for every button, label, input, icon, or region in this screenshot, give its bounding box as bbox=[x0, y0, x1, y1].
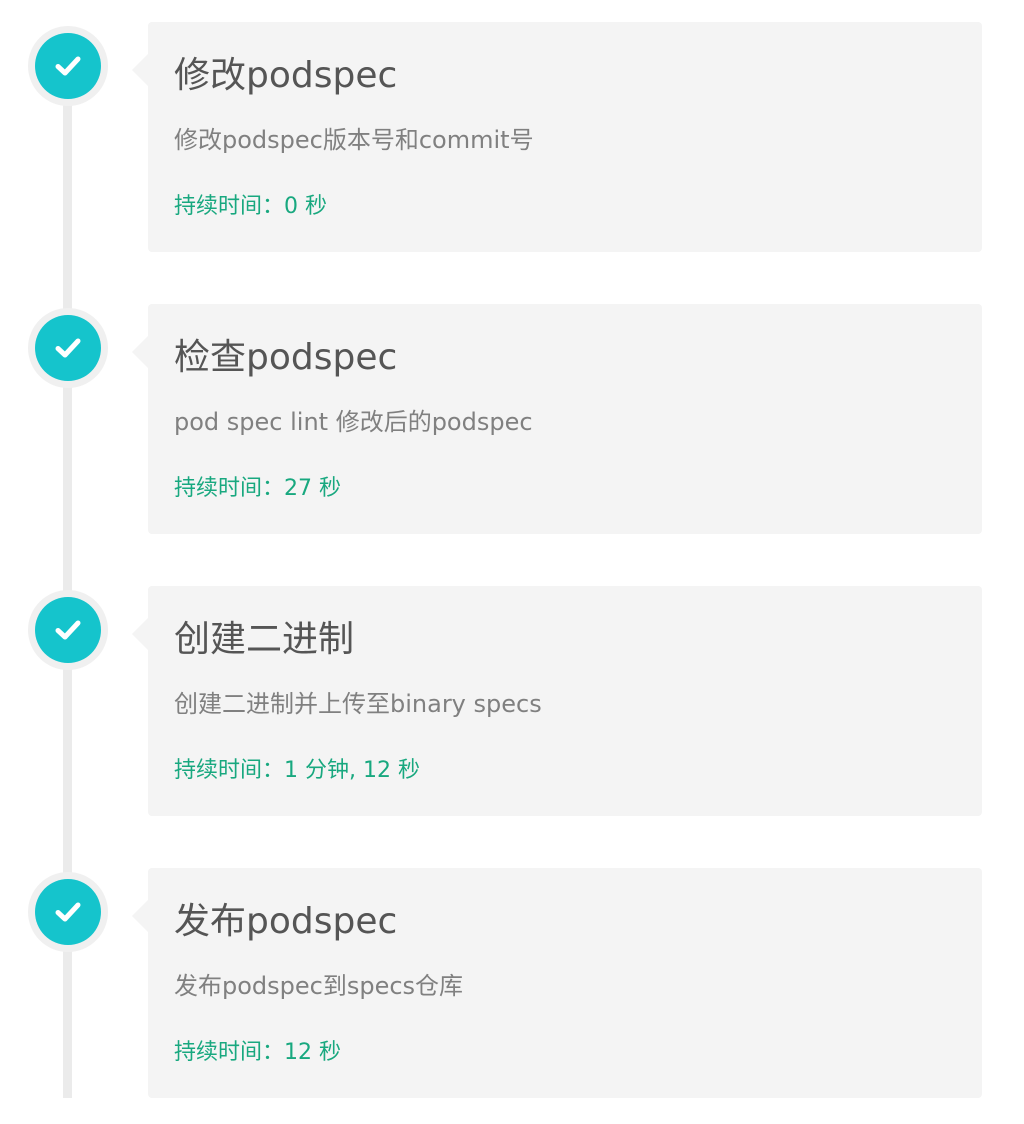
step-card: 检查podspec pod spec lint 修改后的podspec 持续时间… bbox=[132, 304, 982, 534]
timeline-step: 修改podspec 修改podspec版本号和commit号 持续时间：0 秒 bbox=[0, 22, 1024, 252]
step-duration: 持续时间：1 分钟, 12 秒 bbox=[174, 758, 420, 783]
check-icon bbox=[35, 33, 101, 99]
card-pointer bbox=[132, 54, 148, 86]
step-status-marker bbox=[28, 308, 108, 388]
step-title: 修改podspec bbox=[174, 55, 398, 96]
timeline-step: 检查podspec pod spec lint 修改后的podspec 持续时间… bbox=[0, 304, 1024, 534]
step-status-marker bbox=[28, 872, 108, 952]
timeline-step: 创建二进制 创建二进制并上传至binary specs 持续时间：1 分钟, 1… bbox=[0, 586, 1024, 816]
step-description: pod spec lint 修改后的podspec bbox=[174, 408, 533, 436]
step-card: 发布podspec 发布podspec到specs仓库 持续时间：12 秒 bbox=[132, 868, 982, 1098]
step-title: 创建二进制 bbox=[174, 619, 355, 660]
step-status-marker bbox=[28, 26, 108, 106]
step-status-marker bbox=[28, 590, 108, 670]
step-card: 修改podspec 修改podspec版本号和commit号 持续时间：0 秒 bbox=[132, 22, 982, 252]
step-duration: 持续时间：12 秒 bbox=[174, 1040, 341, 1065]
step-description: 修改podspec版本号和commit号 bbox=[174, 126, 534, 154]
check-icon bbox=[35, 879, 101, 945]
step-duration: 持续时间：27 秒 bbox=[174, 476, 341, 501]
card-pointer bbox=[132, 900, 148, 932]
step-title: 发布podspec bbox=[174, 901, 398, 942]
step-title: 检查podspec bbox=[174, 337, 398, 378]
step-description: 发布podspec到specs仓库 bbox=[174, 972, 464, 1000]
check-icon bbox=[35, 597, 101, 663]
step-description: 创建二进制并上传至binary specs bbox=[174, 690, 542, 718]
check-icon bbox=[35, 315, 101, 381]
timeline-step: 发布podspec 发布podspec到specs仓库 持续时间：12 秒 bbox=[0, 868, 1024, 1098]
step-card: 创建二进制 创建二进制并上传至binary specs 持续时间：1 分钟, 1… bbox=[132, 586, 982, 816]
step-duration: 持续时间：0 秒 bbox=[174, 194, 327, 219]
card-pointer bbox=[132, 336, 148, 368]
card-pointer bbox=[132, 618, 148, 650]
